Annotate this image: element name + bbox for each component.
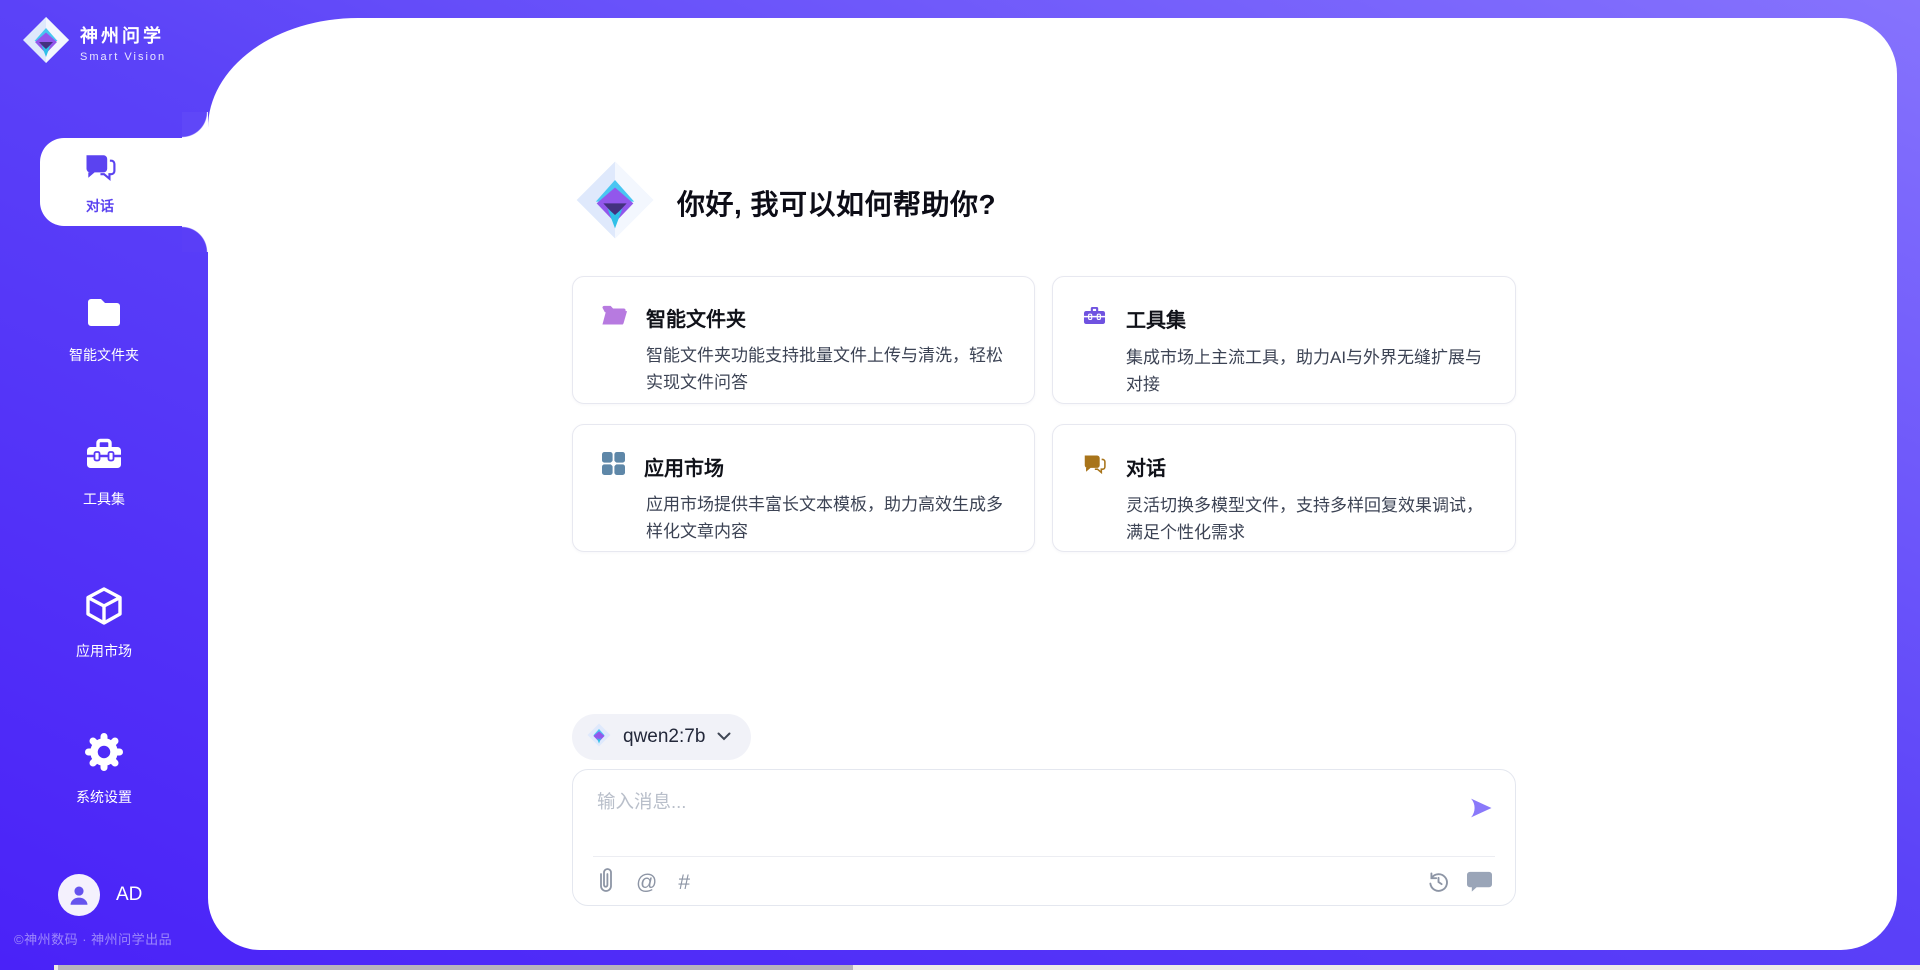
history-icon[interactable]: [1426, 869, 1451, 899]
attachment-icon[interactable]: [597, 867, 615, 899]
sidebar-item-app-market[interactable]: 应用市场: [0, 584, 208, 661]
cube-icon: [82, 615, 126, 632]
sidebar-item-smart-folder[interactable]: 智能文件夹: [0, 292, 208, 365]
tab-fillet-top: [182, 112, 208, 138]
brand-subtitle: Smart Vision: [80, 51, 166, 63]
person-icon: [66, 882, 92, 908]
greeting-title: 你好, 我可以如何帮助你?: [677, 183, 996, 223]
chat-icon: [1081, 451, 1108, 482]
sidebar-item-label: 应用市场: [0, 641, 208, 661]
card-description: 应用市场提供丰富长文本模板，助力高效生成多样化文章内容: [646, 491, 1006, 545]
mention-icon[interactable]: @: [636, 870, 657, 896]
composer-tools-left: @ #: [597, 867, 690, 899]
toolbox-icon: [83, 463, 125, 480]
sidebar-item-chat-active[interactable]: 对话: [40, 138, 208, 226]
horizontal-scrollbar-track[interactable]: [54, 965, 1920, 970]
send-icon[interactable]: [1467, 794, 1495, 822]
sidebar-item-settings[interactable]: 系统设置: [0, 730, 208, 807]
card-description: 集成市场上主流工具，助力AI与外界无缝扩展与对接: [1126, 344, 1487, 398]
card-app-market[interactable]: 应用市场 应用市场提供丰富长文本模板，助力高效生成多样化文章内容: [572, 424, 1035, 552]
composer-tools-right: [1426, 869, 1493, 899]
message-input[interactable]: [597, 788, 1457, 848]
tab-fillet-bottom: [182, 226, 208, 252]
card-title: 对话: [1126, 452, 1166, 481]
topic-icon[interactable]: #: [678, 870, 690, 896]
sidebar-item-label: 工具集: [0, 489, 208, 509]
card-description: 灵活切换多模型文件，支持多样回复效果调试，满足个性化需求: [1126, 492, 1487, 546]
card-smart-folder[interactable]: 智能文件夹 智能文件夹功能支持批量文件上传与清洗，轻松实现文件问答: [572, 276, 1035, 404]
card-toolset[interactable]: 工具集 集成市场上主流工具，助力AI与外界无缝扩展与对接: [1052, 276, 1516, 404]
model-selector[interactable]: qwen2:7b: [572, 714, 751, 760]
folder-open-icon: [601, 303, 628, 332]
card-chat[interactable]: 对话 灵活切换多模型文件，支持多样回复效果调试，满足个性化需求: [1052, 424, 1516, 552]
avatar: [58, 874, 100, 916]
toolbox-icon: [1081, 303, 1108, 334]
gear-icon: [82, 761, 126, 778]
chat-icon: [82, 149, 118, 190]
app-window: 神州问学 Smart Vision 对话 智能文件夹: [0, 0, 1920, 970]
brand-diamond-icon: [575, 160, 655, 245]
horizontal-scrollbar-thumb[interactable]: [58, 965, 853, 970]
card-title: 应用市场: [644, 452, 724, 481]
card-title: 智能文件夹: [646, 303, 746, 332]
brand-logo-block: 神州问学 Smart Vision: [22, 16, 166, 69]
sidebar-item-chat-inner: 对话: [40, 138, 160, 226]
grid-icon: [601, 451, 626, 481]
user-profile[interactable]: AD: [58, 874, 142, 916]
sidebar-item-label: 对话: [86, 196, 114, 216]
composer-divider: [593, 856, 1495, 857]
conversations-icon[interactable]: [1466, 869, 1493, 899]
copyright-footer: ©神州数码 · 神州问学出品: [14, 929, 172, 948]
feature-cards: 智能文件夹 智能文件夹功能支持批量文件上传与清洗，轻松实现文件问答: [572, 276, 1516, 552]
sidebar-item-label: 系统设置: [0, 787, 208, 807]
folder-icon: [83, 319, 125, 336]
user-initials: AD: [116, 884, 142, 906]
sidebar-item-label: 智能文件夹: [0, 345, 208, 365]
brand-diamond-icon: [22, 16, 70, 69]
greeting-block: 你好, 我可以如何帮助你?: [575, 160, 996, 245]
chevron-down-icon: [717, 728, 731, 746]
card-title: 工具集: [1126, 304, 1186, 333]
brand-diamond-icon: [587, 723, 611, 752]
message-composer: @ #: [572, 769, 1516, 906]
card-description: 智能文件夹功能支持批量文件上传与清洗，轻松实现文件问答: [646, 342, 1006, 396]
brand-name: 神州问学: [80, 22, 166, 48]
model-name: qwen2:7b: [623, 726, 705, 748]
sidebar-item-toolset[interactable]: 工具集: [0, 434, 208, 509]
